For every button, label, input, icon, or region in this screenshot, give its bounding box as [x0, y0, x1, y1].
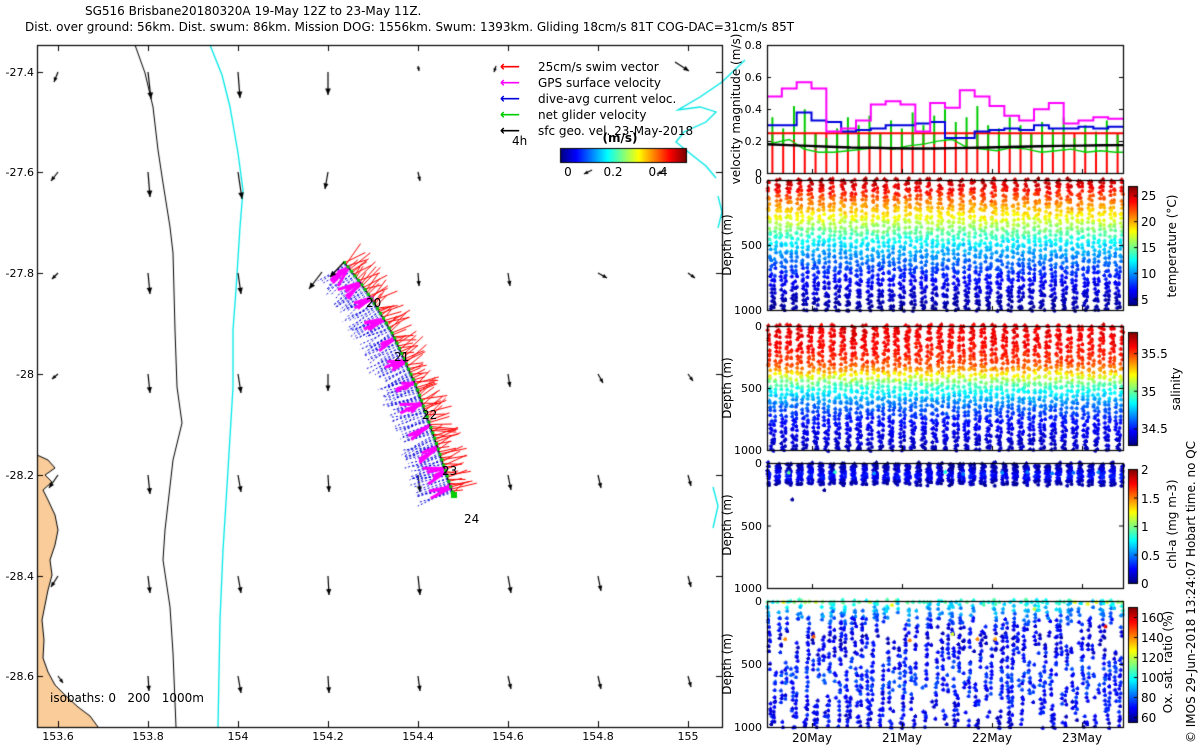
figure-title: SG516 Brisbane20180320A 19-May 12Z to 23… [85, 4, 422, 18]
map-y-tick-label: -28.4 [5, 570, 34, 583]
map-x-tick-label: 155 [677, 730, 699, 743]
legend-row-sfc-geo: ⟵ sfc geo. vel. 23-May-2018 [500, 124, 693, 138]
dive-number-label: 22 [422, 408, 438, 422]
colorbar-tick-label: 100 [1141, 671, 1164, 685]
depth-y-tick-label: 500 [741, 239, 762, 252]
colorbar-tick-label: 1 [1141, 520, 1149, 534]
map-x-tick-label: 154.6 [492, 730, 524, 743]
colorbar-title-chl: chl-a (mg m-3) [1165, 479, 1179, 569]
figure-root: SG516 Brisbane20180320A 19-May 12Z to 23… [0, 0, 1200, 750]
legend-colorbar-title: (m/s) [602, 131, 638, 145]
velocity-y-tick-label: 0.6 [744, 71, 763, 84]
magenta-arrow-icon: ⟵ [500, 75, 521, 91]
colorbar-tick-label: 15 [1141, 241, 1157, 256]
date-tick-label: 23May [1061, 731, 1103, 745]
legend-row-gps: ⟵ GPS surface velocity [500, 76, 661, 90]
legend-duration-label: 4h [512, 134, 528, 148]
map-x-tick-label: 153.8 [132, 730, 164, 743]
map-y-tick-label: -27.6 [5, 166, 34, 179]
map-y-tick-label: -27.4 [5, 66, 34, 79]
colorbar-tick-label: 60 [1141, 711, 1157, 725]
colorbar-tick-label: 35 [1141, 384, 1157, 399]
depth-y-tick-label: 500 [741, 519, 762, 533]
legend-label: GPS surface velocity [538, 76, 662, 90]
depth-y-tick-label: 1000 [734, 304, 762, 317]
map-x-tick-label: 154.4 [402, 730, 434, 743]
date-tick-label: 22May [971, 731, 1013, 745]
colorbar-tick-label: 35.5 [1141, 347, 1168, 362]
velocity-y-tick-label: 0.2 [744, 135, 763, 148]
colorbar-tick-label: 10 [1141, 266, 1157, 281]
map-y-tick-label: -28.6 [5, 670, 34, 683]
dive-number-label: 23 [442, 464, 458, 478]
colorbar-tick-label: 160 [1141, 611, 1164, 625]
colorbar-tick-label: 0.5 [1141, 548, 1161, 563]
depth-y-tick-label: 0 [755, 320, 762, 333]
map-x-tick-label: 154.8 [582, 730, 614, 743]
depth-y-tick-label: 500 [741, 382, 762, 395]
green-arrow-icon: ⟵ [500, 107, 521, 123]
colorbar-tick-label: 34.5 [1141, 422, 1168, 437]
depth-y-tick-label: 1000 [734, 582, 762, 595]
depth-y-tick-label: 1000 [734, 444, 762, 457]
map-x-tick-label: 154.2 [312, 730, 344, 743]
map-x-tick-label: 154 [227, 730, 249, 743]
colorbar-title-salinity: salinity [1169, 367, 1183, 411]
legend-row-dive-avg: ⟵ dive-avg current veloc. [500, 92, 676, 106]
depth-y-tick-label: 1000 [734, 721, 762, 734]
map-y-tick-label: -27.8 [5, 267, 34, 280]
legend-label: 25cm/s swim vector [538, 60, 659, 74]
depth-y-tick-label: 0 [755, 595, 762, 608]
legend-label: dive-avg current veloc. [538, 92, 677, 106]
legend-colorbar-tick-label: 0 [564, 165, 572, 179]
colorbar-tick-label: 2 [1141, 463, 1149, 477]
date-tick-label: 20May [791, 731, 833, 745]
colorbar-tick-label: 25 [1141, 189, 1157, 204]
map-y-tick-label: -28.2 [5, 469, 34, 482]
legend-label: net glider velocity [538, 108, 647, 122]
colorbar-tick-label: 80 [1141, 691, 1157, 705]
blue-arrow-icon: ⟵ [500, 91, 521, 107]
colorbar-tick-label: 140 [1141, 631, 1164, 645]
colorbar-tick-label: 5 [1141, 292, 1149, 307]
dive-number-label: 20 [366, 296, 382, 310]
dive-number-label: 21 [394, 350, 410, 364]
depth-y-tick-label: 500 [741, 658, 762, 671]
velocity-y-tick-label: 0.4 [744, 103, 763, 116]
map-y-tick-label: -28 [16, 368, 34, 381]
figure-subtitle: Dist. over ground: 56km. Dist. swum: 86k… [25, 20, 795, 34]
red-arrow-icon: ⟵ [500, 59, 521, 75]
colorbar-tick-label: 1.5 [1141, 491, 1161, 506]
depth-y-tick-label: 0 [755, 457, 762, 470]
legend-row-net: ⟵ net glider velocity [500, 108, 646, 122]
velocity-y-tick-label: 0.8 [744, 39, 763, 52]
map-x-tick-label: 153.6 [42, 730, 74, 743]
colorbar-tick-label: 20 [1141, 215, 1157, 230]
imos-credit: © IMOS 29-Jun-2018 13:24:07 Hobart time.… [1184, 440, 1198, 744]
colorbar-tick-label: 0 [1141, 577, 1149, 591]
depth-y-tick-label: 0 [755, 174, 762, 187]
legend-row-swim: ⟵ 25cm/s swim vector [500, 60, 659, 74]
isobaths-note: isobaths: 0 200 1000m [50, 691, 204, 705]
dive-number-label: 24 [464, 512, 480, 526]
legend-colorbar-tick-label: 0.2 [603, 165, 623, 179]
colorbar-tick-label: 120 [1141, 651, 1164, 665]
legend-colorbar-tick-label: 0.4 [648, 165, 668, 179]
colorbar-title-temperature: temperature (°C) [1165, 194, 1179, 298]
date-tick-label: 21May [881, 731, 923, 745]
